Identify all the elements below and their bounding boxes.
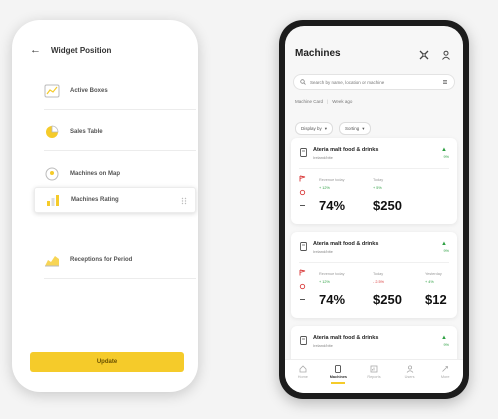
metric-value: $250 xyxy=(373,292,402,307)
widget-item-label: Sales Table xyxy=(70,129,103,135)
bottom-tab-bar: Home Machines Reports Users More xyxy=(285,359,463,393)
metric-label: Today xyxy=(373,178,384,182)
home-icon xyxy=(299,365,307,373)
tab-home[interactable]: Home xyxy=(288,365,318,379)
search-input[interactable] xyxy=(310,79,438,85)
filter-chips: Display by ▾ Sorting ▾ xyxy=(295,122,371,135)
minus-icon xyxy=(300,205,305,206)
minus-icon xyxy=(300,299,305,300)
widget-item-active-boxes[interactable]: Active Boxes xyxy=(34,78,196,110)
metric-label: Revenue today xyxy=(319,178,345,182)
trend-up-icon: ▲ xyxy=(441,241,447,247)
flag-icon xyxy=(299,269,306,276)
reports-icon xyxy=(370,365,378,373)
tab-label: Users xyxy=(404,375,415,379)
search-icon xyxy=(300,79,306,85)
machine-name: Ateria malt food & drinks xyxy=(313,241,379,247)
tab-machines[interactable]: Machines xyxy=(323,365,353,384)
widget-header: ← Widget Position xyxy=(30,42,111,58)
metric-label: Yesterday xyxy=(425,272,442,276)
widget-item-label: Machines Rating xyxy=(71,197,119,203)
machine-location: Ireland/bite xyxy=(313,155,333,160)
machine-name: Ateria malt food & drinks xyxy=(313,335,379,341)
machines-screen: Machines Machine Card | Week ago Display… xyxy=(285,26,463,393)
drag-handle-icon[interactable] xyxy=(181,197,187,205)
widget-item-machines-rating[interactable]: Machines Rating xyxy=(34,187,196,213)
flag-icon xyxy=(299,175,306,182)
widget-item-machines-on-map[interactable]: Machines on Map xyxy=(34,161,196,187)
chevron-down-icon: ▾ xyxy=(324,125,328,131)
tab-label: Machines xyxy=(329,375,348,379)
filter-separator: | xyxy=(327,98,329,104)
tab-reports[interactable]: Reports xyxy=(359,365,389,379)
link-icon xyxy=(299,189,306,196)
page-title: Machines xyxy=(295,48,341,59)
filter-secondary: Week ago xyxy=(332,98,353,104)
machine-name: Ateria malt food & drinks xyxy=(313,147,379,153)
display-by-chip[interactable]: Display by ▾ xyxy=(295,122,334,135)
area-chart-icon xyxy=(45,256,59,267)
widget-item-label: Receptions for Period xyxy=(70,257,133,263)
top-trend: 9% xyxy=(443,343,450,347)
machine-card[interactable]: Ateria malt food & drinks Ireland/bite ▲… xyxy=(291,232,457,318)
machine-location: Ireland/bite xyxy=(313,249,333,254)
profile-icon[interactable] xyxy=(441,50,451,60)
machine-icon xyxy=(300,336,307,345)
users-icon xyxy=(406,365,413,373)
metric-value: $250 xyxy=(373,198,402,213)
tab-label: More xyxy=(440,375,450,379)
widget-item-label: Machines on Map xyxy=(70,171,121,177)
filter-primary: Machine Card xyxy=(295,98,324,104)
divider xyxy=(44,150,196,151)
tools-icon[interactable] xyxy=(419,50,429,60)
back-arrow-icon[interactable]: ← xyxy=(30,44,41,56)
sorting-chip[interactable]: Sorting ▾ xyxy=(339,122,371,135)
widget-item-receptions-for-period[interactable]: Receptions for Period xyxy=(34,247,196,279)
metric-value: $12 xyxy=(425,292,447,307)
more-icon xyxy=(442,366,449,372)
metric-trend: + 4% xyxy=(425,280,434,284)
machine-icon xyxy=(300,148,307,157)
metric-value: 74% xyxy=(319,292,346,307)
update-button[interactable]: Update xyxy=(30,352,184,372)
top-trend: 9% xyxy=(443,249,450,253)
filter-line[interactable]: Machine Card | Week ago xyxy=(295,96,453,106)
bar-chart-icon xyxy=(47,195,59,206)
chip-label: Sorting xyxy=(345,126,360,131)
widget-position-screen: ← Widget Position Active Boxes Sales Tab… xyxy=(12,20,198,392)
metric-label: Revenue today xyxy=(319,272,345,276)
map-icon xyxy=(45,167,59,181)
metric-trend: - 2.5% xyxy=(373,280,384,284)
metric-value: 74% xyxy=(319,198,346,213)
widget-item-label: Active Boxes xyxy=(70,88,108,94)
machine-icon xyxy=(335,365,342,373)
trend-up-icon: ▲ xyxy=(441,147,447,153)
metric-label: Today xyxy=(373,272,384,276)
chip-label: Display by xyxy=(301,126,322,131)
chevron-down-icon: ▾ xyxy=(362,125,365,131)
divider xyxy=(299,168,449,169)
tab-users[interactable]: Users xyxy=(395,365,425,379)
machine-location: Ireland/bite xyxy=(313,343,333,348)
divider xyxy=(44,278,196,279)
page-title: Widget Position xyxy=(51,45,112,55)
tab-more[interactable]: More xyxy=(430,365,460,379)
link-icon xyxy=(299,283,306,290)
machine-icon xyxy=(300,242,307,251)
pie-chart-icon xyxy=(46,125,59,138)
filter-icon[interactable] xyxy=(442,79,448,85)
machine-card[interactable]: Ateria malt food & drinks Ireland/bite ▲… xyxy=(291,138,457,224)
metric-trend: + 12% xyxy=(319,186,330,190)
widget-item-sales-table[interactable]: Sales Table xyxy=(34,119,196,151)
metric-trend: + 12% xyxy=(319,280,330,284)
tab-label: Reports xyxy=(367,375,381,379)
search-bar xyxy=(293,74,455,90)
metric-trend: + 5% xyxy=(373,186,382,190)
divider xyxy=(299,262,449,263)
tab-label: Home xyxy=(297,375,308,379)
boxes-chart-icon xyxy=(44,84,60,98)
top-trend: 9% xyxy=(443,155,450,159)
divider xyxy=(44,109,196,110)
trend-up-icon: ▲ xyxy=(441,335,447,341)
